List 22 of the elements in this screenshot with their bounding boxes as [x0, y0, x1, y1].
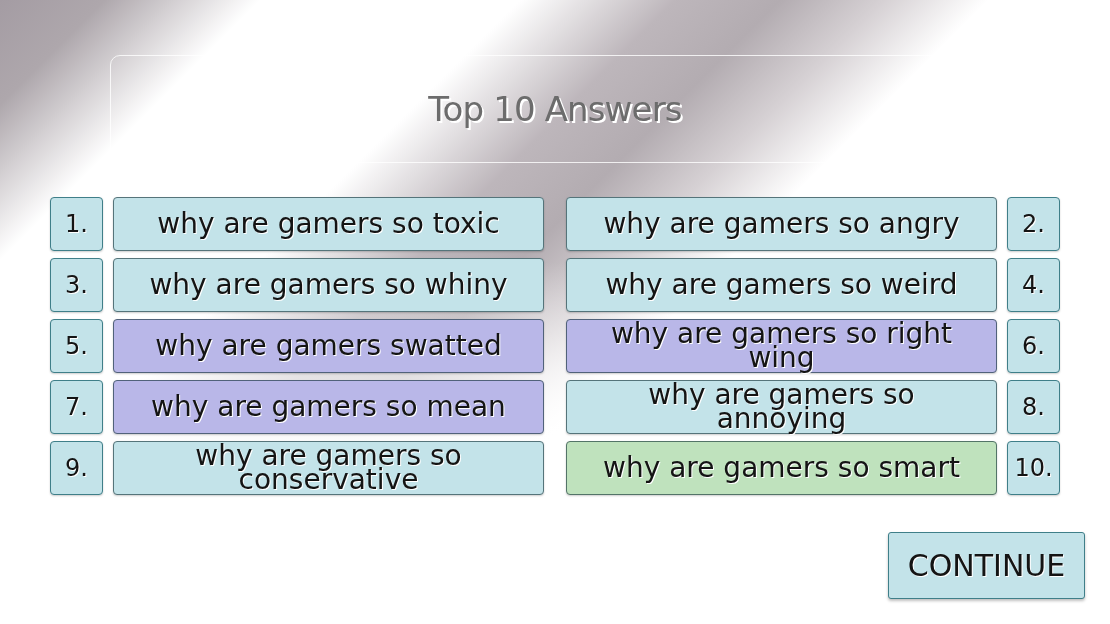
answer-tile: why are gamers so weird — [566, 258, 997, 312]
rank-tile: 1. — [50, 197, 103, 251]
answer-tile: why are gamers so whiny — [113, 258, 544, 312]
answer-tile: why are gamers so smart — [566, 441, 997, 495]
rank-tile: 4. — [1007, 258, 1060, 312]
rank-tile: 9. — [50, 441, 103, 495]
answer-tile: why are gamers so annoying — [566, 380, 997, 434]
rank-tile: 6. — [1007, 319, 1060, 373]
rank-tile: 2. — [1007, 197, 1060, 251]
answer-tile: why are gamers so mean — [113, 380, 544, 434]
rank-tile: 7. — [50, 380, 103, 434]
rank-tile: 8. — [1007, 380, 1060, 434]
continue-button[interactable]: CONTINUE — [888, 532, 1085, 599]
title: Top 10 Answers — [428, 92, 682, 126]
answer-tile: why are gamers swatted — [113, 319, 544, 373]
answer-tile: why are gamers so toxic — [113, 197, 544, 251]
answer-tile: why are gamers so right wing — [566, 319, 997, 373]
answer-tile: why are gamers so conservative — [113, 441, 544, 495]
answer-tile: why are gamers so angry — [566, 197, 997, 251]
rank-tile: 10. — [1007, 441, 1060, 495]
rank-tile: 5. — [50, 319, 103, 373]
rank-tile: 3. — [50, 258, 103, 312]
